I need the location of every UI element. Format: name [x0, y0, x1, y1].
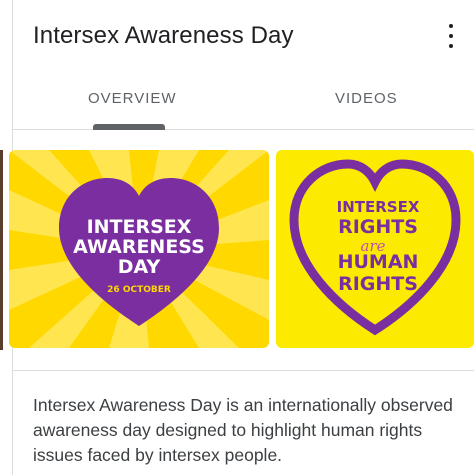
tab-videos[interactable]: VIDEOS — [335, 90, 398, 107]
more-vert-icon[interactable] — [445, 24, 457, 48]
image-thumbnail-partial[interactable] — [0, 150, 3, 350]
image-thumbnail-human-rights[interactable]: INTERSEX RIGHTS are HUMAN RIGHTS — [276, 150, 474, 348]
image2-line4: RIGHTS — [338, 273, 418, 295]
description-text: Intersex Awareness Day is an internation… — [33, 395, 453, 465]
image1-line1: INTERSEX — [87, 216, 192, 238]
image-thumbnail-awareness-day[interactable]: INTERSEX AWARENESS DAY 26 OCTOBER — [9, 150, 269, 348]
image2-line3: HUMAN — [338, 251, 419, 273]
panel-header: Intersex Awareness Day OVERVIEW VIDEOS — [13, 0, 474, 130]
tab-overview[interactable]: OVERVIEW — [88, 90, 177, 107]
human-rights-graphic: INTERSEX RIGHTS are HUMAN RIGHTS — [276, 150, 474, 348]
image1-line2: AWARENESS — [73, 236, 205, 258]
image2-line1: INTERSEX — [337, 198, 420, 216]
image1-date: 26 OCTOBER — [107, 285, 171, 295]
awareness-day-graphic: INTERSEX AWARENESS DAY 26 OCTOBER — [9, 150, 269, 348]
image-carousel[interactable]: INTERSEX AWARENESS DAY 26 OCTOBER INTERS… — [0, 130, 474, 370]
image2-line2: RIGHTS — [338, 216, 418, 238]
image1-line3: DAY — [118, 256, 161, 278]
page-title: Intersex Awareness Day — [33, 22, 294, 49]
description-section: Intersex Awareness Day is an internation… — [12, 370, 474, 475]
